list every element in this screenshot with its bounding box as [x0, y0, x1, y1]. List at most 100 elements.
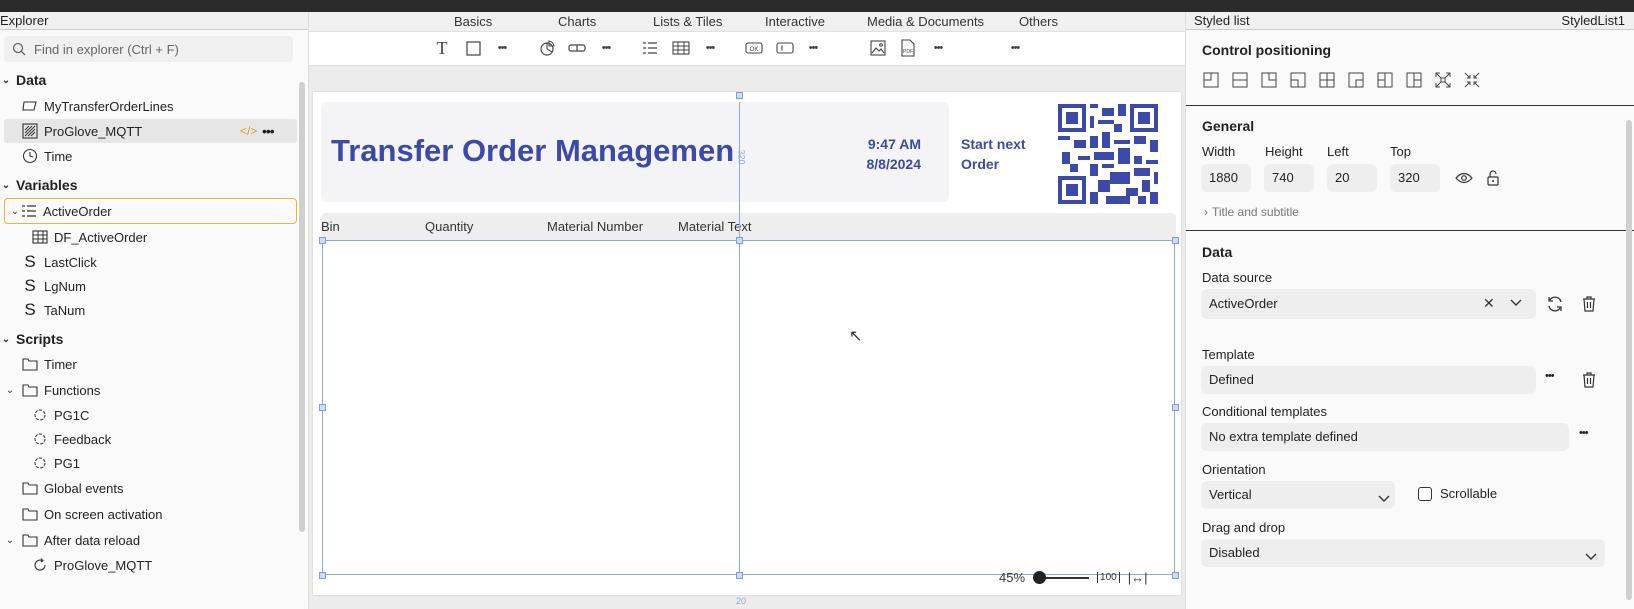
anchor-left-icon[interactable] [1375, 70, 1395, 90]
table-tool-icon[interactable] [671, 38, 691, 58]
pie-chart-tool-icon[interactable] [537, 38, 557, 58]
width-input[interactable]: 1880 [1201, 164, 1251, 192]
left-input[interactable]: 20 [1327, 164, 1377, 192]
chevron-down-icon[interactable]: ⌄ [0, 180, 12, 191]
conditional-templates-field[interactable]: No extra template defined [1201, 423, 1569, 451]
chevron-down-icon[interactable]: ⌄ [0, 75, 12, 86]
resize-handle-tr[interactable] [1172, 237, 1179, 244]
tree-item-activeorder[interactable]: ⌄ ActiveOrder [4, 198, 297, 224]
tab-media-documents[interactable]: Media & Documents [867, 14, 984, 29]
more-icon[interactable]: ••• [262, 123, 275, 139]
group-scripts[interactable]: ⌄ Scripts [0, 327, 298, 351]
tree-item-pg1[interactable]: PG1 [0, 451, 298, 475]
top-input[interactable]: 320 [1390, 164, 1440, 192]
page-title[interactable]: Transfer Order Managemen [331, 133, 734, 169]
tab-lists-tiles[interactable]: Lists & Tiles [653, 14, 722, 29]
lock-icon[interactable] [1483, 168, 1503, 188]
anchor-top-left-icon[interactable] [1201, 70, 1221, 90]
chevron-down-icon[interactable] [1378, 491, 1390, 506]
drag-drop-select[interactable]: Disabled [1201, 539, 1605, 567]
tree-item-lgnum[interactable]: S LgNum [0, 274, 298, 298]
pdf-tool-icon[interactable]: PDF [898, 38, 918, 58]
tree-item-feedback[interactable]: Feedback [0, 427, 298, 451]
tree-item-timer[interactable]: Timer [0, 352, 298, 376]
delete-icon[interactable] [1579, 294, 1599, 314]
height-input[interactable]: 740 [1264, 164, 1314, 192]
list-tool-icon[interactable] [640, 38, 660, 58]
tab-others[interactable]: Others [1019, 14, 1058, 29]
resize-handle-b[interactable] [736, 572, 743, 579]
chevron-down-icon[interactable]: ⌄ [9, 206, 21, 217]
tree-item-after-data-reload[interactable]: ⌄ After data reload [0, 528, 298, 552]
expand-icon[interactable] [1433, 70, 1453, 90]
tree-item-tanum[interactable]: S TaNum [0, 298, 298, 322]
group-data[interactable]: ⌄ Data [0, 68, 298, 92]
guide-handle-top[interactable] [736, 92, 743, 99]
more-lists-icon[interactable]: ••• [700, 38, 720, 58]
tree-item-proglove-mqtt-reload[interactable]: ProGlove_MQTT [0, 553, 298, 577]
image-tool-icon[interactable] [868, 38, 888, 58]
text-tool-icon[interactable]: T [432, 38, 452, 58]
chevron-down-icon[interactable]: ⌄ [0, 334, 12, 345]
tree-item-mytransferorderlines[interactable]: MyTransferOrderLines [0, 94, 298, 118]
resize-handle-br[interactable] [1172, 572, 1179, 579]
tab-basics[interactable]: Basics [454, 14, 492, 29]
tree-item-time[interactable]: Time [0, 144, 298, 168]
clear-icon[interactable]: ✕ [1483, 295, 1495, 312]
more-others-icon[interactable]: ••• [1005, 38, 1025, 58]
template-more-icon[interactable]: ••• [1545, 370, 1555, 382]
anchor-center-icon[interactable] [1317, 70, 1337, 90]
collapse-icon[interactable] [1462, 70, 1482, 90]
resize-handle-t[interactable] [736, 237, 743, 244]
qr-code-image[interactable] [1058, 104, 1158, 204]
anchor-bottom-left-icon[interactable] [1288, 70, 1308, 90]
title-subtitle-expander[interactable]: › Title and subtitle [1204, 205, 1299, 219]
resize-handle-bl[interactable] [319, 572, 326, 579]
group-variables[interactable]: ⌄ Variables [0, 173, 298, 197]
refresh-icon[interactable] [1545, 294, 1565, 314]
anchor-top-right-icon[interactable] [1259, 70, 1279, 90]
anchor-right-icon[interactable] [1404, 70, 1424, 90]
tree-item-functions[interactable]: ⌄ Functions [0, 378, 298, 402]
styled-list-selection[interactable] [322, 240, 1175, 575]
tab-charts[interactable]: Charts [558, 14, 596, 29]
resize-handle-r[interactable] [1172, 404, 1179, 411]
more-charts-icon[interactable]: ••• [596, 38, 616, 58]
tree-item-df-activeorder[interactable]: DF_ActiveOrder [0, 225, 298, 249]
chevron-down-icon[interactable]: ⌄ [4, 385, 16, 396]
chevron-down-icon[interactable]: ⌄ [4, 535, 16, 546]
template-field[interactable]: Defined [1201, 366, 1536, 394]
scrollable-checkbox[interactable] [1418, 487, 1432, 501]
resize-handle-l[interactable] [319, 404, 326, 411]
zoom-slider[interactable] [1033, 570, 1090, 584]
resize-handle-tl[interactable] [319, 237, 326, 244]
tree-item-on-screen-activation[interactable]: On screen activation [0, 502, 298, 526]
anchor-top-center-icon[interactable] [1230, 70, 1250, 90]
tree-item-pg1c[interactable]: PG1C [0, 403, 298, 427]
anchor-bottom-right-icon[interactable] [1346, 70, 1366, 90]
explorer-search[interactable]: Find in explorer (Ctrl + F) [4, 36, 293, 62]
start-next-order-button[interactable]: Start next Order [961, 134, 1041, 174]
more-basics-icon[interactable]: ••• [492, 38, 512, 58]
tab-interactive[interactable]: Interactive [765, 14, 825, 29]
zoom-100-button[interactable]: 100 [1097, 572, 1120, 583]
code-icon[interactable]: </> [240, 124, 257, 138]
more-media-icon[interactable]: ••• [928, 38, 948, 58]
bar-chart-tool-icon[interactable] [567, 38, 587, 58]
fit-width-icon[interactable]: |↔| [1128, 570, 1148, 585]
chevron-down-icon[interactable] [1585, 549, 1597, 564]
control-name-label[interactable]: StyledList1 [1561, 12, 1625, 30]
template-delete-icon[interactable] [1579, 370, 1599, 390]
input-tool-icon[interactable] [775, 38, 795, 58]
properties-scrollbar[interactable] [1626, 120, 1632, 600]
screen-canvas[interactable]: Transfer Order Managemen 9:47 AM 8/8/202… [313, 92, 1181, 595]
chevron-down-icon[interactable] [1510, 295, 1522, 310]
explorer-scrollbar[interactable] [299, 82, 305, 532]
button-tool-icon[interactable]: OK [744, 38, 764, 58]
tree-item-lastclick[interactable]: S LastClick [0, 250, 298, 274]
conditional-more-icon[interactable]: ••• [1579, 427, 1589, 439]
tree-item-global-events[interactable]: Global events [0, 476, 298, 500]
tree-item-proglove-mqtt[interactable]: ProGlove_MQTT </> ••• [4, 119, 297, 143]
zoom-slider-knob[interactable] [1033, 570, 1047, 584]
visibility-eye-icon[interactable] [1454, 168, 1474, 188]
